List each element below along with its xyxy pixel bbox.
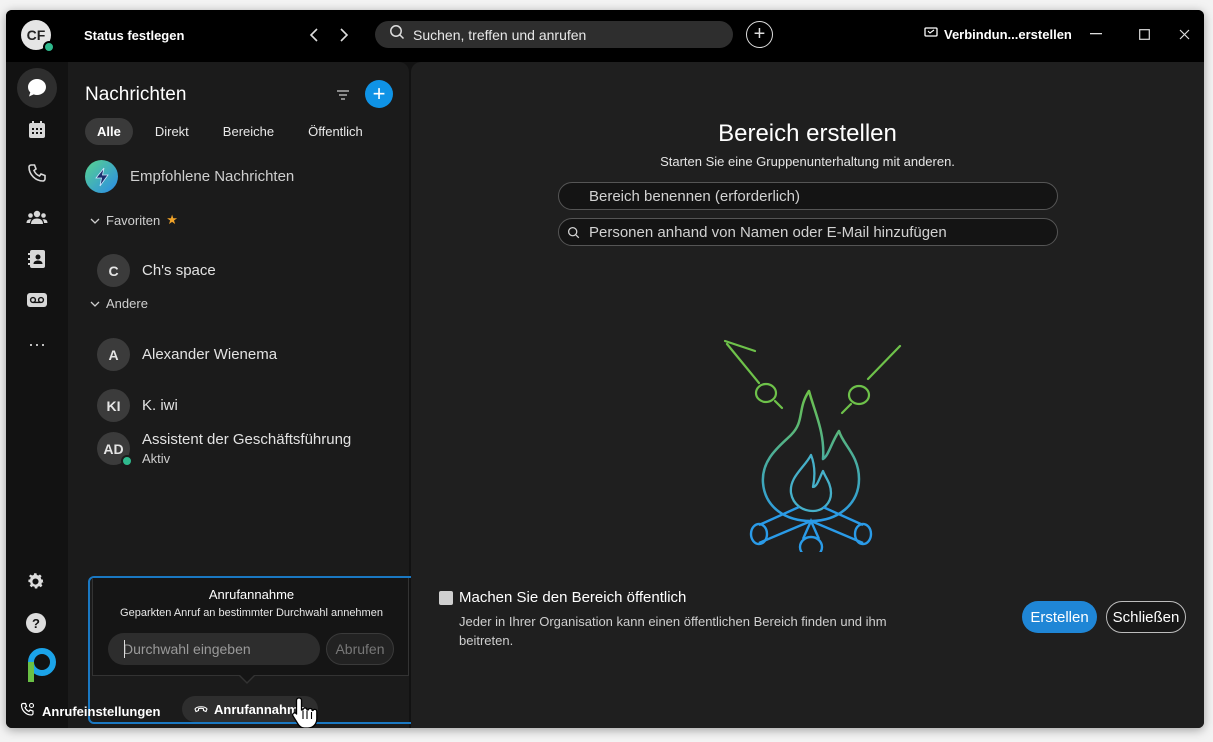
avatar: AD — [97, 432, 133, 467]
people-input[interactable]: Personen anhand von Namen oder E-Mail hi… — [558, 218, 1058, 246]
screen-icon — [924, 27, 938, 42]
more-options-icon[interactable]: ··· — [17, 324, 57, 364]
set-status-button[interactable]: Status festlegen — [84, 28, 184, 43]
popup-description: Geparkten Anruf an bestimmter Durchwahl … — [120, 607, 383, 619]
search-icon — [389, 24, 405, 45]
new-action-button[interactable]: + — [746, 21, 773, 48]
item-name: Ch's space — [142, 262, 216, 279]
item-status: Aktiv — [142, 451, 171, 466]
title-bar: CF Status festlegen Suchen, treffen und … — [6, 10, 1204, 62]
call-settings-label: Anrufeinstellungen — [42, 703, 161, 719]
close-button[interactable]: Schließen — [1106, 601, 1186, 633]
campfire-illustration — [711, 337, 911, 559]
presence-indicator — [121, 455, 133, 467]
chevron-down-icon — [90, 296, 100, 311]
settings-gear-icon[interactable] — [25, 571, 46, 598]
new-message-button[interactable]: + — [365, 80, 393, 108]
forward-arrow-icon[interactable] — [334, 24, 354, 46]
others-label: Andere — [106, 296, 148, 311]
connection-label: Verbindun...erstellen — [944, 27, 1072, 42]
minimize-icon[interactable] — [1086, 24, 1106, 44]
tab-direct[interactable]: Direkt — [143, 118, 201, 145]
public-space-description: Jeder in Ihrer Organisation kann einen ö… — [459, 614, 887, 648]
retrieve-button[interactable]: Abrufen — [326, 633, 394, 665]
maximize-icon[interactable] — [1134, 24, 1154, 44]
item-name: K. iwi — [142, 397, 178, 414]
message-tabs: Alle Direkt Bereiche Öffentlich — [85, 118, 385, 145]
bottom-bar: Anrufeinstellungen Anrufannahme — [6, 695, 409, 728]
phone-pickup-icon — [194, 702, 208, 717]
list-item[interactable]: AD Assistent der Geschäftsführung Aktiv — [97, 431, 351, 467]
recommended-messages[interactable]: Empfohlene Nachrichten — [85, 160, 294, 193]
connection-button[interactable]: Verbindun...erstellen — [924, 27, 1072, 42]
create-space-panel: Bereich erstellen Starten Sie eine Grupp… — [411, 62, 1204, 728]
favorites-label: Favoriten — [106, 212, 161, 228]
teams-icon[interactable] — [17, 197, 57, 237]
tab-all[interactable]: Alle — [85, 118, 133, 145]
voicemail-icon[interactable] — [17, 280, 57, 320]
lightning-icon — [85, 160, 118, 193]
public-space-label: Machen Sie den Bereich öffentlich — [459, 589, 687, 606]
messaging-icon[interactable] — [17, 68, 57, 108]
popup-pointer — [238, 674, 256, 684]
star-icon: ★ — [166, 212, 178, 227]
help-icon[interactable]: ? — [26, 613, 46, 633]
list-item[interactable]: A Alexander Wienema — [97, 338, 277, 371]
search-input[interactable]: Suchen, treffen und anrufen — [375, 21, 733, 48]
recommended-label: Empfohlene Nachrichten — [130, 168, 295, 185]
search-placeholder: Suchen, treffen und anrufen — [413, 26, 587, 43]
people-placeholder: Personen anhand von Namen oder E-Mail hi… — [589, 223, 947, 241]
page-title: Bereich erstellen — [718, 120, 897, 147]
item-name: Assistent der Geschäftsführung — [142, 431, 352, 448]
avatar-initials: AD — [103, 440, 124, 457]
text-caret — [124, 640, 125, 658]
item-name: Alexander Wienema — [142, 346, 278, 363]
popup-body: Anrufannahme Geparkten Anruf an bestimmt… — [92, 578, 409, 684]
phone-icon[interactable] — [17, 153, 57, 193]
filter-icon[interactable] — [336, 88, 350, 106]
create-button[interactable]: Erstellen — [1022, 601, 1097, 633]
back-arrow-icon[interactable] — [304, 24, 324, 46]
close-window-icon[interactable] — [1174, 24, 1194, 44]
phone-settings-icon — [20, 702, 35, 720]
page-subtitle: Starten Sie eine Gruppenunterhaltung mit… — [660, 154, 955, 169]
avatar: KI — [97, 389, 130, 422]
hand-pointer-cursor — [290, 696, 320, 728]
others-section[interactable]: Andere — [90, 296, 148, 311]
panel-title: Nachrichten — [85, 84, 187, 105]
chevron-down-icon — [90, 213, 100, 228]
avatar: A — [97, 338, 130, 371]
contacts-icon[interactable] — [17, 239, 57, 279]
search-icon — [567, 226, 580, 239]
avatar: C — [97, 254, 130, 287]
favorites-section[interactable]: Favoriten ★ — [90, 212, 178, 228]
app-window: CF Status festlegen Suchen, treffen und … — [6, 10, 1204, 728]
space-name-placeholder: Bereich benennen (erforderlich) — [589, 187, 800, 205]
call-settings-button[interactable]: Anrufeinstellungen — [20, 702, 160, 720]
public-space-checkbox[interactable] — [439, 591, 453, 605]
tab-public[interactable]: Öffentlich — [296, 118, 375, 145]
extension-input[interactable] — [108, 633, 320, 665]
tab-spaces[interactable]: Bereiche — [211, 118, 286, 145]
presence-indicator — [43, 41, 55, 53]
calendar-icon[interactable] — [17, 110, 57, 150]
list-item[interactable]: C Ch's space — [97, 254, 216, 287]
popup-title: Anrufannahme — [208, 587, 295, 602]
space-name-input[interactable]: Bereich benennen (erforderlich) — [558, 182, 1058, 210]
app-logo-icon — [25, 648, 57, 689]
list-item[interactable]: KI K. iwi — [97, 389, 178, 422]
item-name-block: Assistent der Geschäftsführung Aktiv — [142, 431, 351, 466]
